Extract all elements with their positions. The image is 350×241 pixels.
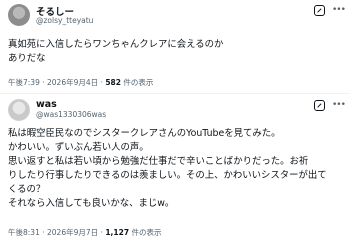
post-text-line: くるの？	[8, 184, 46, 195]
post-text-line: 真如苑に入信したらワンちゃんクレアに会えるのか	[8, 39, 224, 50]
post-time[interactable]: 午後7:39	[8, 78, 40, 87]
post-text: 私は暇空臣民なのでシスタークレアさんのYouTubeを見てみた。 かわいい。ずい…	[8, 127, 340, 211]
views-label: 件の表示	[131, 228, 162, 237]
grok-icon[interactable]	[314, 5, 325, 16]
post-text: 真如苑に入信したらワンちゃんクレアに会えるのか ありだな	[8, 38, 340, 66]
meta-separator: ·	[100, 78, 103, 87]
post-time[interactable]: 午後8:31	[8, 228, 40, 237]
post-2[interactable]: was @was1330306was ••• 私は暇空臣民なのでシスタークレアさ…	[0, 96, 350, 241]
more-icon[interactable]: •••	[332, 5, 346, 15]
post-text-line: かわいい。ずいぶん若い人の声。	[8, 142, 149, 153]
meta-separator: ·	[42, 78, 45, 87]
more-icon[interactable]: •••	[332, 100, 346, 110]
views-label: 件の表示	[123, 78, 154, 87]
user-handle[interactable]: @zolsy_tteyatu	[36, 16, 93, 25]
post-text-line: 私は暇空臣民なのでシスタークレアさんのYouTubeを見てみた。	[8, 128, 281, 139]
post-1[interactable]: そるしー @zolsy_tteyatu ••• 真如苑に入信したらワンちゃんクレ…	[0, 0, 350, 96]
display-name[interactable]: was	[36, 99, 57, 110]
post-text-line: ありだな	[8, 53, 46, 64]
user-handle[interactable]: @was1330306was	[36, 110, 106, 119]
post-text-line: 思い返すと私は若い頃から勉強だ仕事だで辛いことばかりだった。お祈	[8, 156, 309, 167]
views-count: 1,127	[105, 228, 130, 237]
meta-separator: ·	[42, 228, 45, 237]
views-count: 582	[105, 78, 121, 87]
post-date[interactable]: 2026年9月4日	[47, 78, 98, 87]
post-divider	[0, 93, 350, 94]
post-text-line: それなら入信しても良いかな、まじw。	[8, 198, 175, 209]
grok-icon[interactable]	[314, 100, 325, 111]
post-meta: 午後8:31 · 2026年9月7日 · 1,127 件の表示	[8, 227, 161, 238]
meta-separator: ·	[100, 228, 103, 237]
post-date[interactable]: 2026年9月7日	[47, 228, 98, 237]
avatar[interactable]	[8, 99, 30, 121]
post-text-line: りしたり行事したりできるのは羨ましい。その上、かわいいシスターが出て	[8, 170, 327, 181]
avatar[interactable]	[8, 4, 30, 26]
post-meta: 午後7:39 · 2026年9月4日 · 582 件の表示	[8, 77, 153, 88]
